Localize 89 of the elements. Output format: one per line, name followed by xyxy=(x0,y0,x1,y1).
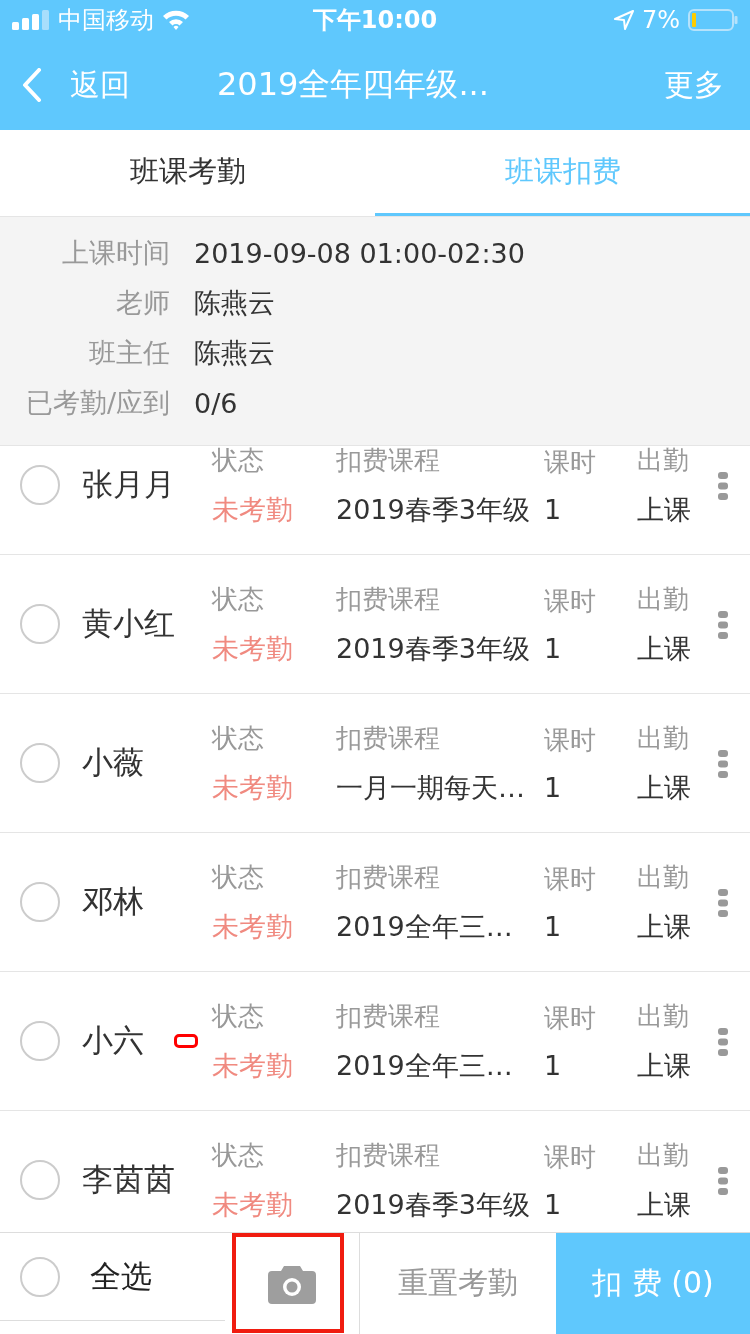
select-radio[interactable] xyxy=(20,743,60,783)
attendance-value: 上课 xyxy=(637,1187,692,1222)
student-name: 邓林 xyxy=(82,882,145,921)
column-label: 出勤 xyxy=(637,446,690,477)
back-chevron-icon xyxy=(22,68,42,102)
hours-value: 1 xyxy=(544,911,563,942)
select-radio[interactable] xyxy=(20,882,60,922)
attendance-value: 上课 xyxy=(637,631,692,666)
select-radio[interactable] xyxy=(20,465,60,505)
status-value: 未考勤 xyxy=(212,909,294,944)
info-value: 2019-09-08 01:00-02:30 xyxy=(194,237,525,269)
select-all-label[interactable]: 全选 xyxy=(90,1255,152,1298)
more-options-icon[interactable] xyxy=(718,1167,728,1195)
column-label: 出勤 xyxy=(637,860,690,894)
course-value: 2019春季3年级 xyxy=(336,1187,531,1222)
more-options-icon[interactable] xyxy=(718,611,728,639)
column-label: 状态 xyxy=(212,721,265,755)
status-value: 未考勤 xyxy=(212,1048,294,1083)
status-value: 未考勤 xyxy=(212,492,294,527)
battery-icon xyxy=(688,9,738,31)
info-value: 陈燕云 xyxy=(194,286,275,320)
wifi-icon xyxy=(162,9,190,31)
attendance-value: 上课 xyxy=(637,909,692,944)
select-all-radio[interactable] xyxy=(20,1256,60,1297)
column-label: 出勤 xyxy=(637,1138,690,1172)
student-name: 张月月 xyxy=(82,465,174,504)
more-options-icon[interactable] xyxy=(718,889,728,917)
hours-value: 1 xyxy=(544,772,563,803)
info-value: 陈燕云 xyxy=(194,336,275,370)
carrier-name: 中国移动 xyxy=(58,5,154,36)
status-value: 未考勤 xyxy=(212,1187,294,1222)
attendance-value: 上课 xyxy=(637,1048,692,1083)
course-value: 2019全年三… xyxy=(336,909,514,944)
more-options-icon[interactable] xyxy=(718,750,728,778)
column-label: 出勤 xyxy=(637,721,690,755)
hours-value: 1 xyxy=(544,1189,563,1220)
info-label: 上课时间 xyxy=(61,236,170,270)
charge-button[interactable]: 扣 费 (0) xyxy=(556,1233,750,1334)
info-label: 已考勤/应到 xyxy=(24,386,170,420)
attendance-value: 上课 xyxy=(637,770,692,805)
location-arrow-icon xyxy=(613,10,634,30)
column-label: 状态 xyxy=(212,999,265,1033)
column-label: 课时 xyxy=(544,1002,597,1035)
select-radio[interactable] xyxy=(20,604,60,644)
status-time: 下午10:00 xyxy=(312,5,438,36)
column-label: 课时 xyxy=(544,863,597,896)
hours-value: 1 xyxy=(544,1050,563,1081)
column-label: 扣费课程 xyxy=(336,999,441,1033)
attendance-value: 上课 xyxy=(637,492,692,527)
column-label: 状态 xyxy=(212,1138,265,1172)
hours-value: 1 xyxy=(544,633,563,664)
column-label: 出勤 xyxy=(637,999,690,1033)
more-button[interactable]: 更多 xyxy=(664,64,724,106)
status-value: 未考勤 xyxy=(212,631,294,666)
column-label: 课时 xyxy=(544,585,597,618)
info-label: 老师 xyxy=(115,286,170,320)
column-label: 课时 xyxy=(544,1141,597,1174)
course-value: 2019春季3年级 xyxy=(336,631,531,666)
student-name: 李茵茵 xyxy=(82,1160,174,1199)
column-label: 扣费课程 xyxy=(336,860,441,894)
info-value: 0/6 xyxy=(194,387,238,419)
back-button[interactable]: 返回 xyxy=(22,64,130,106)
course-value: 2019全年三… xyxy=(336,1048,514,1083)
status-value: 未考勤 xyxy=(212,770,294,805)
student-name: 黄小红 xyxy=(82,604,174,643)
column-label: 扣费课程 xyxy=(336,582,441,616)
camera-icon xyxy=(268,1263,316,1304)
more-options-icon[interactable] xyxy=(718,472,728,500)
column-label: 扣费课程 xyxy=(336,446,441,477)
column-label: 扣费课程 xyxy=(336,721,441,755)
course-value: 一月一期每天… xyxy=(336,770,526,805)
column-label: 课时 xyxy=(544,446,597,479)
page-title: 2019全年四年级... xyxy=(217,64,489,105)
column-label: 课时 xyxy=(544,724,597,757)
info-label: 班主任 xyxy=(88,336,170,370)
course-value: 2019春季3年级 xyxy=(336,492,531,527)
select-radio[interactable] xyxy=(20,1021,60,1061)
column-label: 扣费课程 xyxy=(336,1138,441,1172)
column-label: 状态 xyxy=(212,860,265,894)
column-label: 状态 xyxy=(212,582,265,616)
column-label: 状态 xyxy=(212,446,265,477)
student-name: 小薇 xyxy=(82,743,145,782)
select-radio[interactable] xyxy=(20,1160,60,1200)
more-options-icon[interactable] xyxy=(718,1028,728,1056)
hours-value: 1 xyxy=(544,494,563,525)
column-label: 出勤 xyxy=(637,582,690,616)
battery-percent: 7% xyxy=(641,6,680,34)
student-name: 小六 xyxy=(82,1021,145,1060)
signal-icon xyxy=(12,10,50,30)
